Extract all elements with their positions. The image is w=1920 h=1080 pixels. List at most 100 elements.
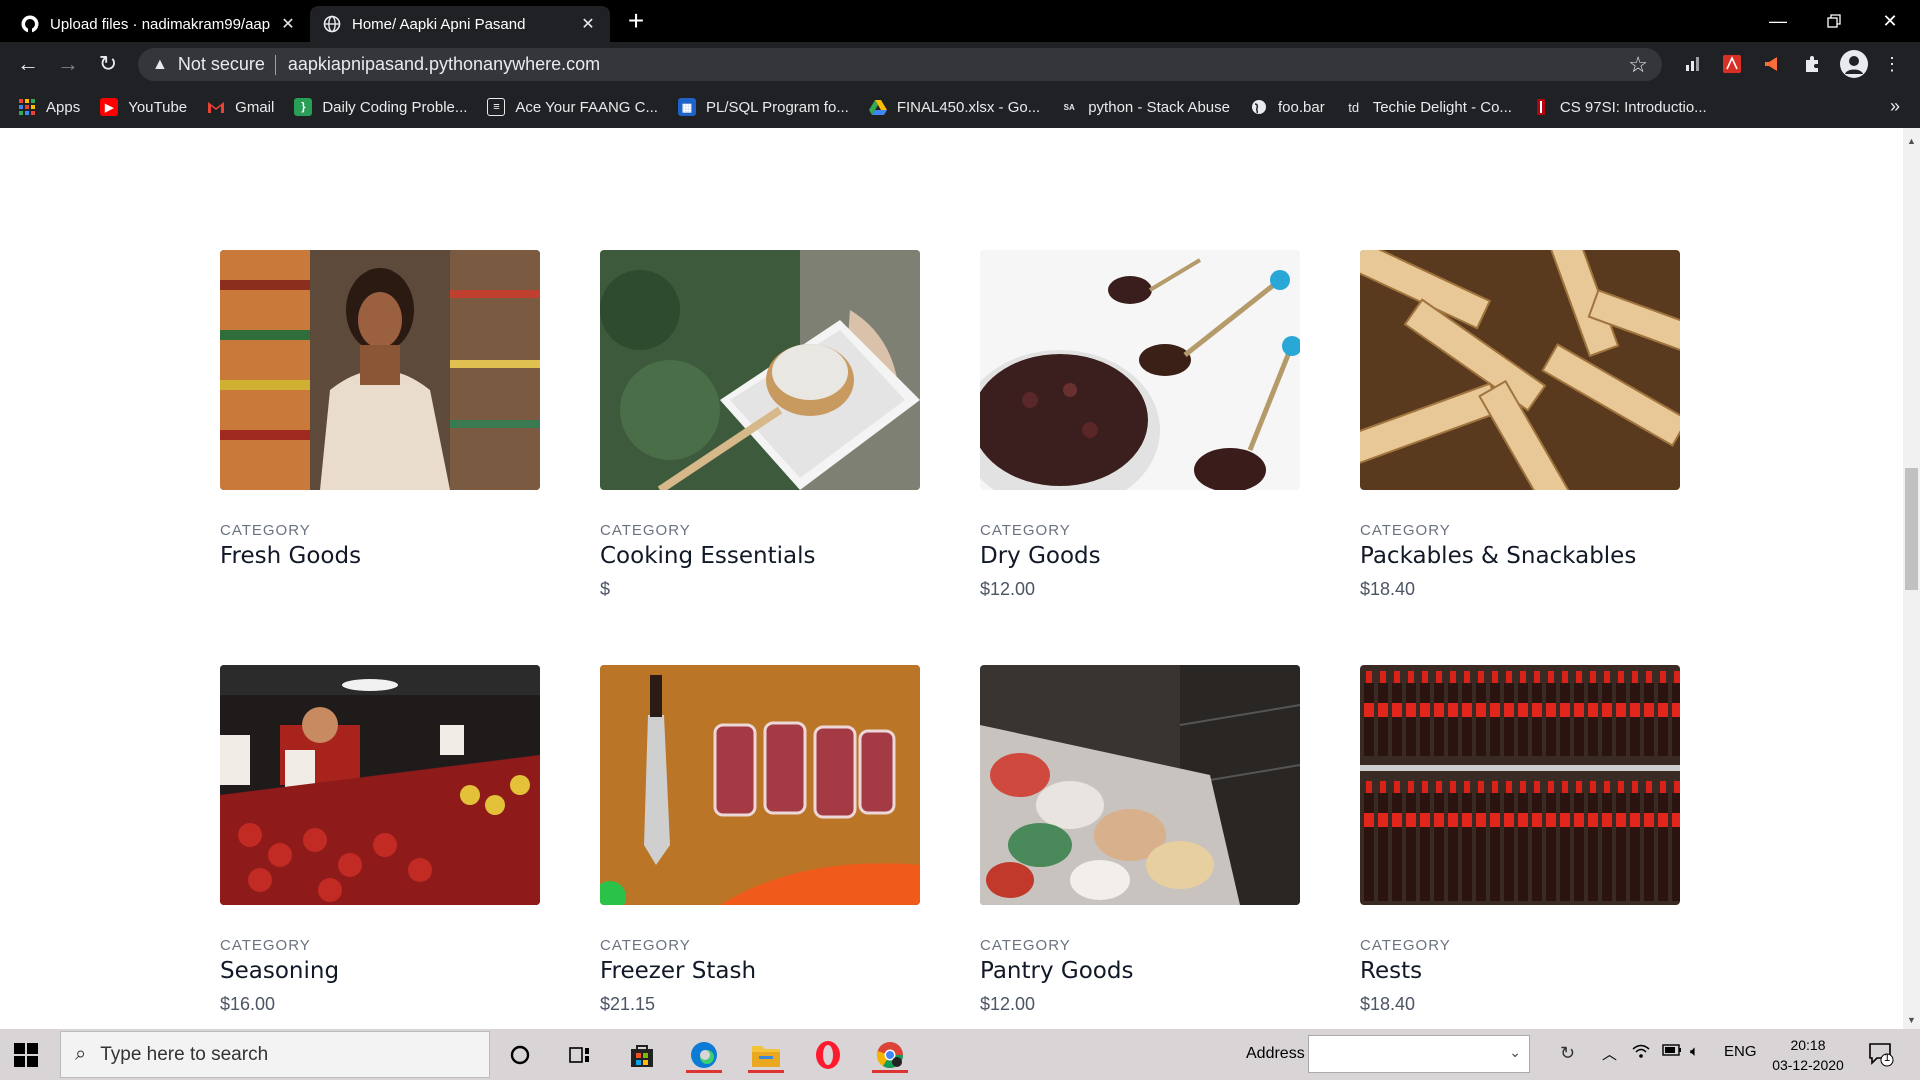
product-card[interactable]: CATEGORY Seasoning $16.00 [220, 665, 540, 1015]
address-bar[interactable]: ▲ Not secure aapkiapnipasand.pythonanywh… [138, 48, 1662, 81]
globe-icon [1250, 98, 1268, 116]
forward-icon[interactable]: → [52, 48, 84, 80]
bookmark-daily-coding[interactable]: } Daily Coding Proble... [294, 98, 467, 116]
bookmark-foobar[interactable]: foo.bar [1250, 98, 1325, 116]
product-price: $12.00 [980, 994, 1036, 1014]
extension-signal-icon[interactable] [1680, 52, 1704, 76]
tab-strip: Upload files · nadimakram99/aap ✕ Home/ … [0, 0, 1920, 42]
address-toolbar-label: Address [1246, 1045, 1305, 1062]
bookmark-apps[interactable]: Apps [18, 98, 80, 116]
product-name[interactable]: Dry Goods [980, 543, 1300, 569]
product-image-packables-snackables[interactable] [1360, 250, 1680, 490]
bookmark-label: python - Stack Abuse [1088, 98, 1230, 116]
bookmarks-overflow-icon[interactable]: » [1890, 96, 1900, 117]
menu-kebab-icon[interactable]: ⋮ [1880, 52, 1904, 76]
product-name[interactable]: Seasoning [220, 958, 540, 984]
back-icon[interactable]: ← [12, 48, 44, 80]
battery-icon[interactable] [1662, 1043, 1682, 1061]
windows-start-icon[interactable] [14, 1043, 38, 1067]
tab-upload-files[interactable]: Upload files · nadimakram99/aap ✕ [8, 6, 310, 42]
microsoft-store-icon[interactable] [624, 1037, 660, 1073]
product-card[interactable]: CATEGORY Packables & Snackables $18.40 [1360, 250, 1680, 600]
bookmark-stack-abuse[interactable]: SA python - Stack Abuse [1060, 98, 1230, 116]
product-image-seasoning[interactable] [220, 665, 540, 905]
wifi-icon[interactable] [1632, 1043, 1650, 1063]
extension-megaphone-icon[interactable] [1760, 52, 1784, 76]
product-name[interactable]: Packables & Snackables [1360, 543, 1680, 569]
file-explorer-icon[interactable] [748, 1037, 784, 1073]
category-label: CATEGORY [980, 522, 1071, 539]
bookmark-youtube[interactable]: ▶ YouTube [100, 98, 187, 116]
tab-close-icon[interactable]: ✕ [578, 14, 598, 34]
show-hidden-icons-chevron-icon[interactable]: ︿ [1602, 1043, 1617, 1064]
product-name[interactable]: Cooking Essentials [600, 543, 920, 569]
extensions-puzzle-icon[interactable] [1800, 52, 1824, 76]
bookmark-techie-delight[interactable]: td Techie Delight - Co... [1345, 98, 1512, 116]
product-name[interactable]: Rests [1360, 958, 1680, 984]
active-indicator [748, 1070, 784, 1073]
product-card[interactable]: CATEGORY Dry Goods $12.00 [980, 250, 1300, 600]
edge-browser-icon[interactable] [686, 1037, 722, 1073]
product-image-cooking-essentials[interactable] [600, 250, 920, 490]
scroll-down-icon[interactable]: ▼ [1907, 1015, 1916, 1025]
product-image-freezer-stash[interactable] [600, 665, 920, 905]
product-image-pantry-goods[interactable] [980, 665, 1300, 905]
cortana-icon[interactable] [502, 1037, 538, 1073]
minimize-icon[interactable]: — [1750, 0, 1806, 42]
product-name[interactable]: Fresh Goods [220, 543, 540, 569]
clock-time: 20:18 [1790, 1037, 1826, 1053]
chevron-down-icon[interactable]: ⌄ [1509, 1044, 1521, 1061]
opera-icon[interactable] [810, 1037, 846, 1073]
bookmark-plsql[interactable]: ▦ PL/SQL Program fo... [677, 98, 849, 116]
reload-icon[interactable]: ↻ [92, 48, 124, 80]
tab-close-icon[interactable]: ✕ [278, 14, 298, 34]
tab-home[interactable]: Home/ Aapki Apni Pasand ✕ [310, 6, 610, 42]
product-image-dry-goods[interactable] [980, 250, 1300, 490]
bookmark-star-icon[interactable]: ☆ [1628, 52, 1648, 78]
bookmark-label: Apps [46, 98, 81, 116]
youtube-icon: ▶ [100, 98, 119, 116]
notification-center-icon[interactable]: 1 [1868, 1041, 1894, 1067]
task-view-icon[interactable] [562, 1037, 598, 1073]
security-label[interactable]: Not secure [178, 54, 265, 75]
active-indicator [872, 1070, 908, 1073]
bookmark-cs97si[interactable]: CS 97SI: Introductio... [1532, 98, 1707, 116]
product-name[interactable]: Freezer Stash [600, 958, 920, 984]
product-card[interactable]: CATEGORY Fresh Goods [220, 250, 540, 579]
bookmark-ace-faang[interactable]: ≡ Ace Your FAANG C... [487, 98, 658, 116]
product-image-fresh-goods[interactable] [220, 250, 540, 490]
product-name[interactable]: Pantry Goods [980, 958, 1300, 984]
product-card[interactable]: CATEGORY Pantry Goods $12.00 [980, 665, 1300, 1015]
search-icon: ⌕ [75, 1043, 87, 1065]
product-card[interactable]: CATEGORY Rests $18.40 [1360, 665, 1680, 1015]
td-icon: td [1348, 99, 1360, 115]
product-image-rests[interactable] [1360, 665, 1680, 905]
address-toolbar-input[interactable]: ⌄ [1308, 1035, 1530, 1073]
system-clock[interactable]: 20:18 03-12-2020 [1766, 1035, 1850, 1075]
taskbar-search-input[interactable]: ⌕ Type here to search [60, 1031, 490, 1078]
bookmark-gmail[interactable]: Gmail [207, 98, 274, 116]
language-indicator[interactable]: ENG [1724, 1043, 1757, 1060]
volume-icon[interactable]: 🔈︎ [1690, 1043, 1699, 1060]
warning-icon[interactable]: ▲ [152, 56, 168, 74]
refresh-icon[interactable]: ↻ [1560, 1043, 1575, 1064]
chrome-icon[interactable] [872, 1037, 908, 1073]
new-tab-button[interactable]: + [622, 7, 650, 36]
category-label: CATEGORY [980, 937, 1071, 954]
bookmark-final450[interactable]: FINAL450.xlsx - Go... [868, 98, 1040, 116]
page-scrollbar[interactable]: ▲ ▼ [1903, 128, 1920, 1029]
category-label: CATEGORY [220, 937, 311, 954]
category-label: CATEGORY [600, 937, 691, 954]
scroll-up-icon[interactable]: ▲ [1907, 136, 1916, 146]
profile-avatar[interactable] [1840, 50, 1868, 78]
restore-icon[interactable] [1806, 0, 1862, 42]
pdf-extension-icon[interactable] [1720, 52, 1744, 76]
bookmark-label: YouTube [128, 98, 188, 116]
clock-date: 03-12-2020 [1772, 1057, 1844, 1073]
scrollbar-thumb[interactable] [1905, 468, 1918, 590]
bookmark-label: PL/SQL Program fo... [705, 98, 849, 116]
url-text[interactable]: aapkiapnipasand.pythonanywhere.com [288, 54, 600, 75]
product-card[interactable]: CATEGORY Cooking Essentials $ [600, 250, 920, 600]
close-window-icon[interactable]: ✕ [1862, 0, 1918, 42]
product-card[interactable]: CATEGORY Freezer Stash $21.15 [600, 665, 920, 1015]
